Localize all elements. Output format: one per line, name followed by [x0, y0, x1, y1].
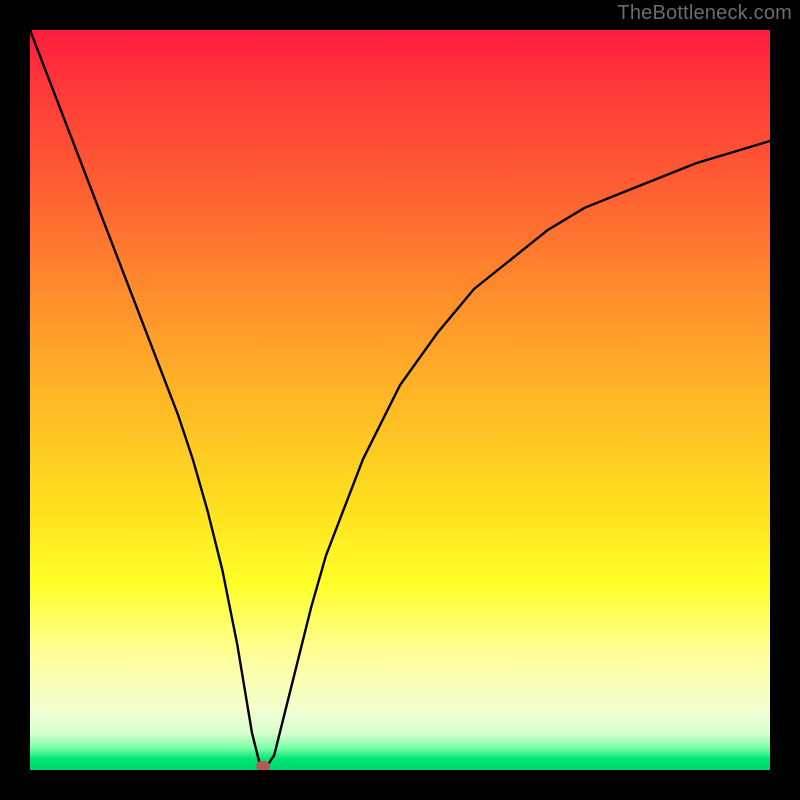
bottleneck-curve-svg [30, 30, 770, 770]
bottleneck-curve-path [30, 30, 770, 766]
watermark-text: TheBottleneck.com [617, 2, 792, 25]
plot-area [30, 30, 770, 770]
chart-frame: TheBottleneck.com [0, 0, 800, 800]
optimal-point-marker [256, 761, 270, 770]
